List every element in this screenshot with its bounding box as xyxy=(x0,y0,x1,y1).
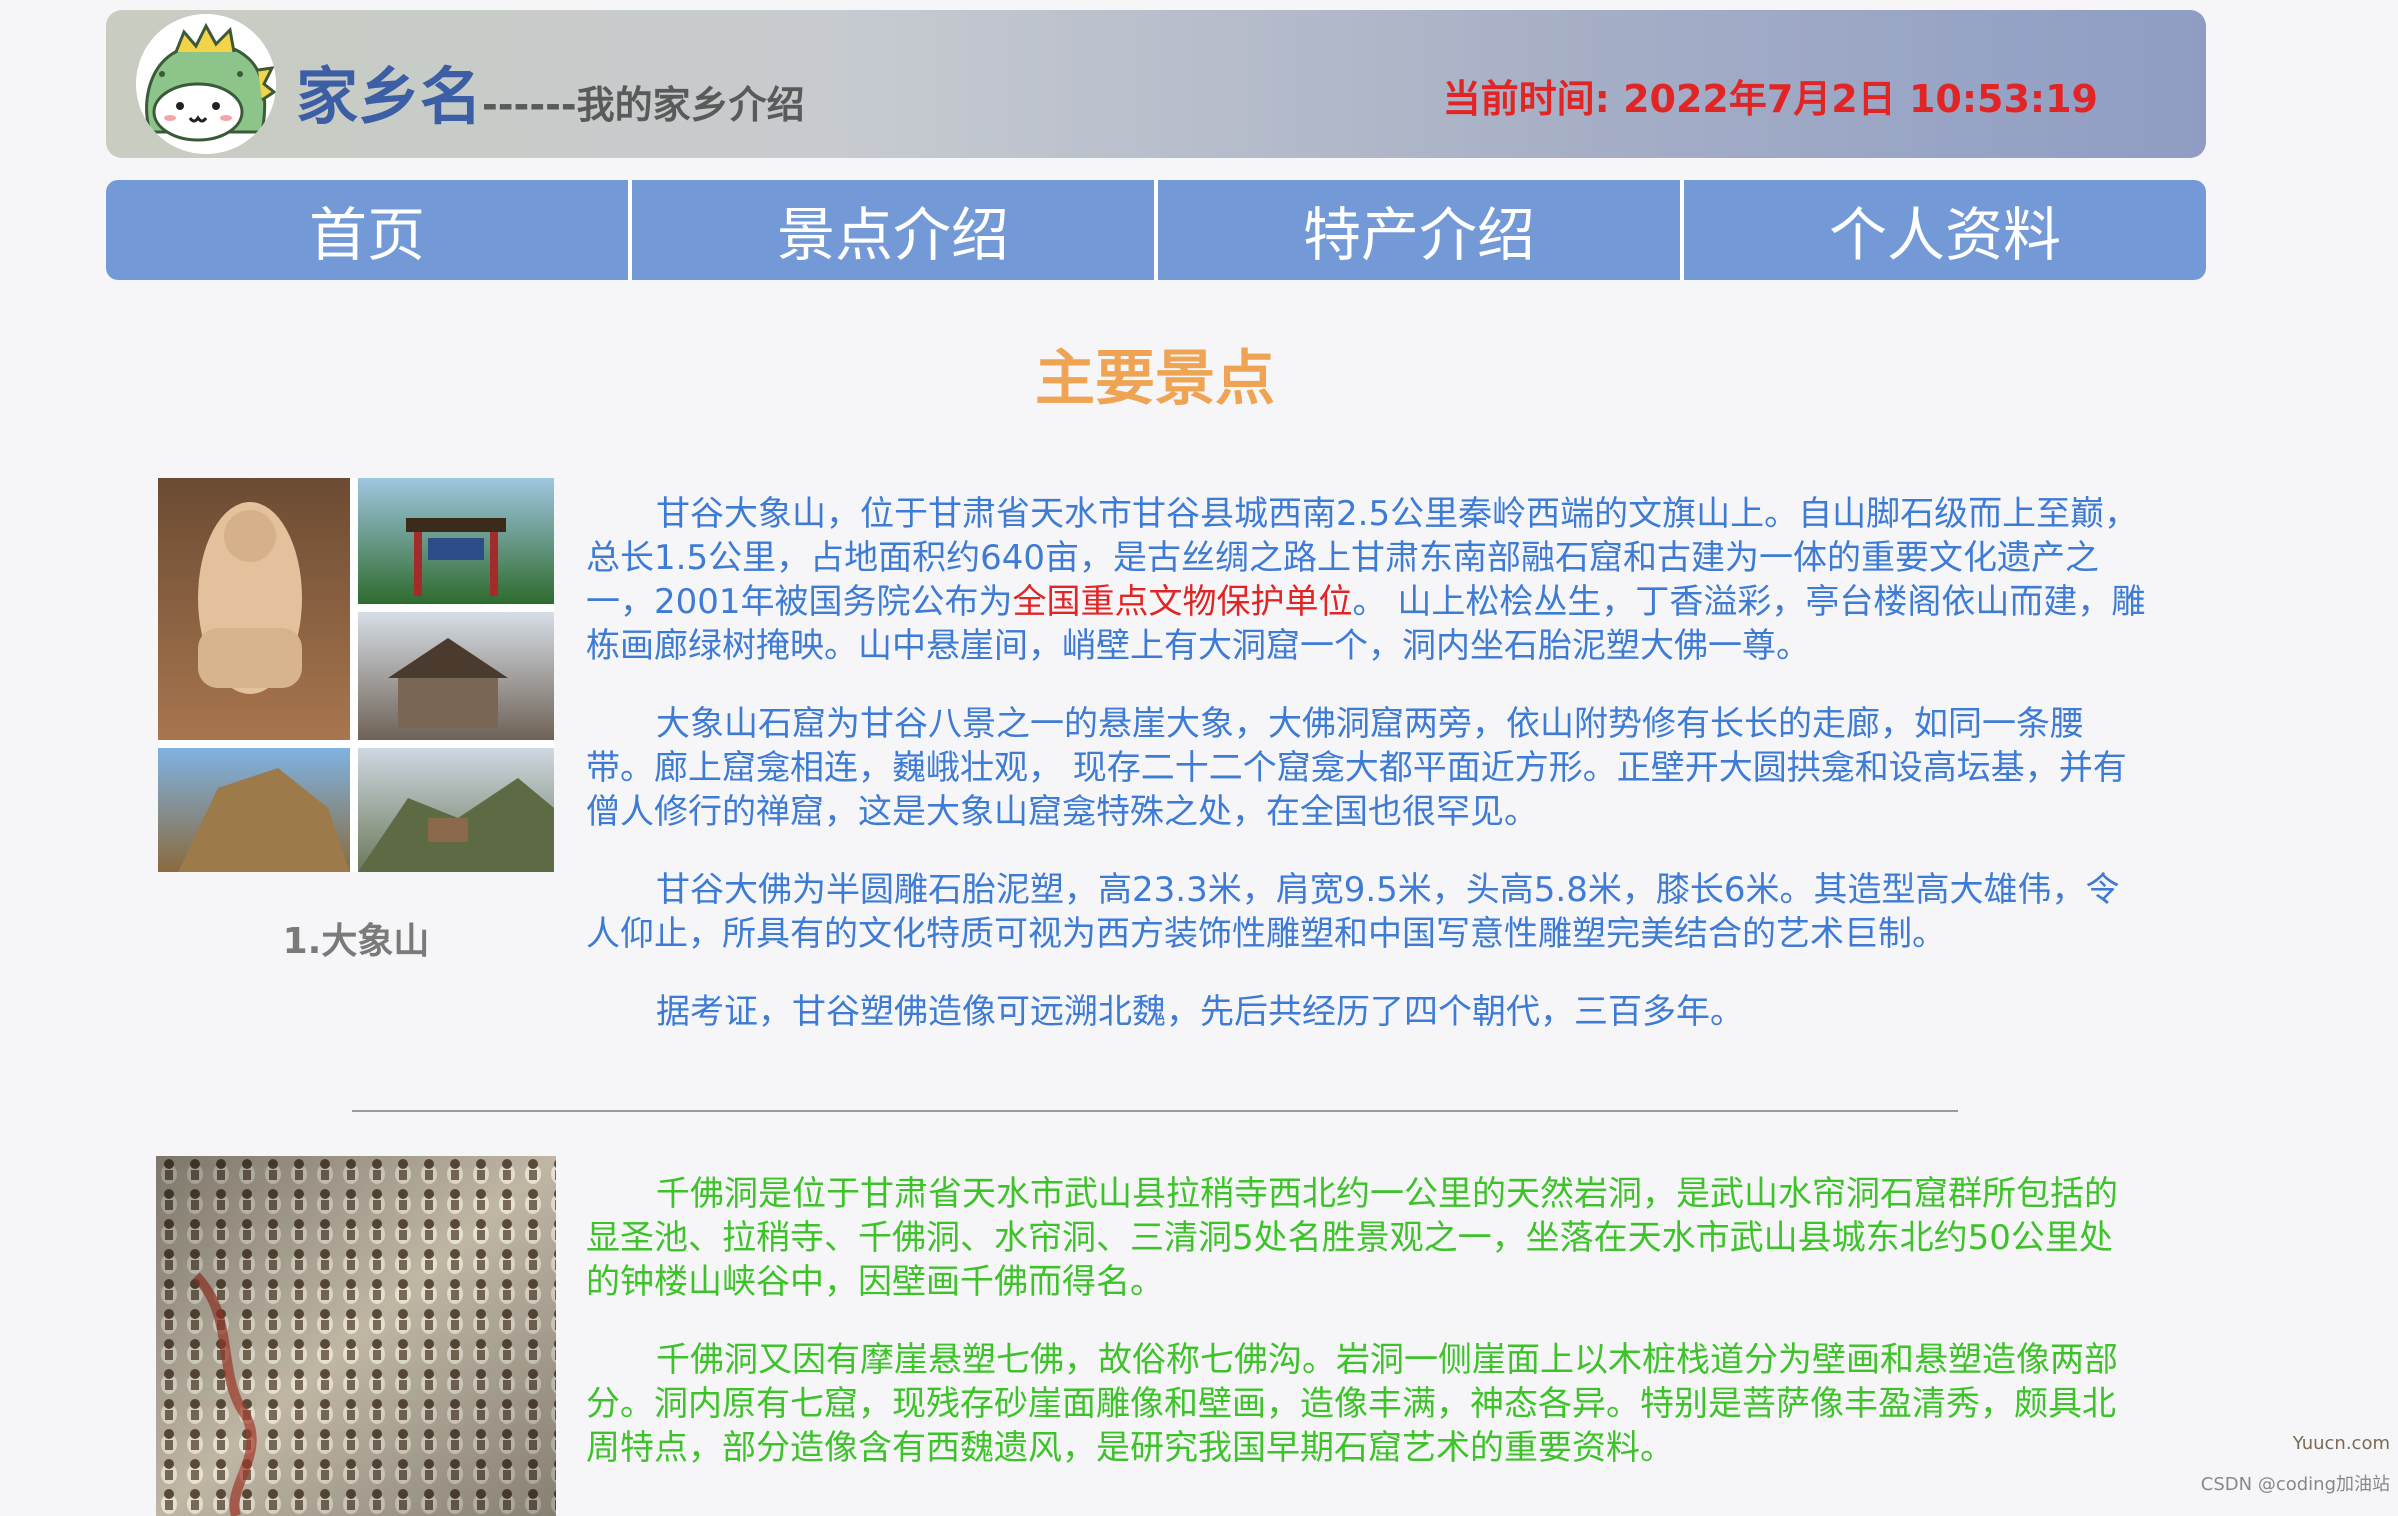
section-title: 主要景点 xyxy=(1035,344,1275,414)
spot-caption-daxiangshan: 1.大象山 xyxy=(282,921,430,962)
site-subtitle: ------我的家乡介绍 xyxy=(482,83,805,127)
spot1-paragraph-3: 甘谷大佛为半圆雕石胎泥塑，高23.3米，肩宽9.5米，头高5.8米，膝长6米。其… xyxy=(586,870,2120,954)
section-divider xyxy=(352,1110,1958,1112)
spot2-paragraph-2: 千佛洞又因有摩崖悬塑七佛，故俗称七佛沟。岩洞一侧崖面上以木桩栈道分为壁画和悬塑造… xyxy=(586,1340,2118,1468)
current-time-label: 当前时间: xyxy=(1442,77,1624,121)
nav-item-scenic-spots[interactable]: 景点介绍 xyxy=(628,180,1154,280)
qianfodong-mural-photo xyxy=(156,1156,556,1516)
site-name: 家乡名 xyxy=(296,60,483,133)
watermark-site: Yuucn.com xyxy=(2292,1433,2390,1454)
nav-item-profile[interactable]: 个人资料 xyxy=(1680,180,2206,280)
spot-description-qianfodong: 千佛洞是位于甘肃省天水市武山县拉稍寺西北约一公里的天然岩洞，是武山水帘洞石窟群所… xyxy=(586,1172,2146,1504)
site-title: 家乡名------我的家乡介绍 xyxy=(296,46,805,136)
current-time: 当前时间: 2022年7月2日 10:53:19 xyxy=(1443,68,2098,123)
spot1-paragraph-2: 大象山石窟为甘谷八景之一的悬崖大象，大佛洞窟两旁，依山附势修有长长的走廊，如同一… xyxy=(586,704,2127,832)
current-time-value: 2022年7月2日 10:53:19 xyxy=(1623,77,2098,121)
daxiangshan-photo-collage xyxy=(158,478,554,872)
nav-item-specialties[interactable]: 特产介绍 xyxy=(1154,180,1680,280)
main-nav: 首页 景点介绍 特产介绍 个人资料 xyxy=(106,180,2206,280)
nav-item-home[interactable]: 首页 xyxy=(106,180,628,280)
spot1-paragraph-4: 据考证，甘谷塑佛造像可远溯北魏，先后共经历了四个朝代，三百多年。 xyxy=(656,992,1744,1032)
watermark-author: CSDN @coding加油站 xyxy=(2200,1474,2390,1495)
site-header: 家乡名------我的家乡介绍 当前时间: 2022年7月2日 10:53:19 xyxy=(106,10,2206,158)
dinosaur-mascot-icon xyxy=(136,14,276,154)
heritage-highlight: 全国重点文物保护单位 xyxy=(1012,582,1353,622)
spot-description-daxiangshan: 甘谷大象山，位于甘肃省天水市甘谷县城西南2.5公里秦岭西端的文旗山上。自山脚石级… xyxy=(586,492,2146,1068)
spot1-paragraph-1: 甘谷大象山，位于甘肃省天水市甘谷县城西南2.5公里秦岭西端的文旗山上。自山脚石级… xyxy=(586,492,2146,668)
spot2-paragraph-1: 千佛洞是位于甘肃省天水市武山县拉稍寺西北约一公里的天然岩洞，是武山水帘洞石窟群所… xyxy=(586,1174,2118,1302)
